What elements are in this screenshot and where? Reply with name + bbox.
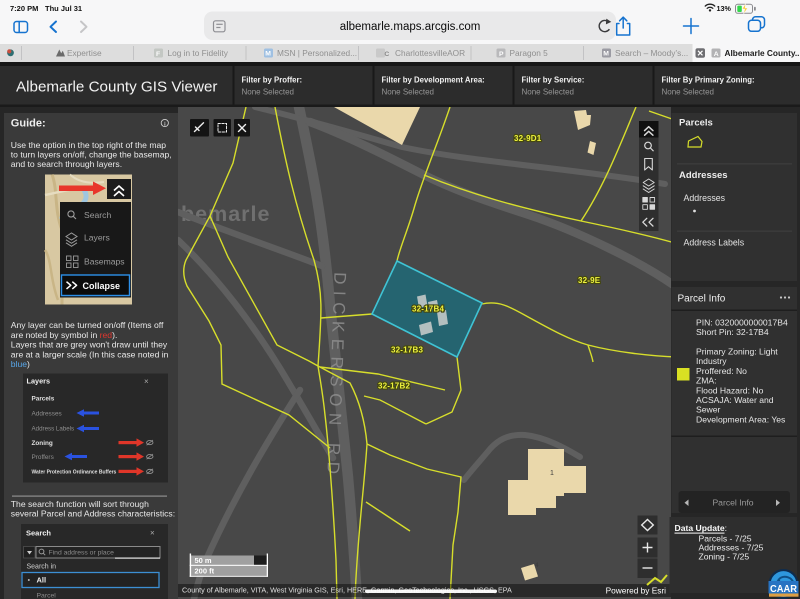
- svg-text:Parcel Info: Parcel Info: [678, 294, 726, 305]
- svg-text:Proffered: No: Proffered: No: [696, 366, 747, 376]
- svg-text:Collapse: Collapse: [83, 281, 121, 291]
- svg-text:Parcel: Parcel: [37, 593, 57, 599]
- svg-text:Zoning: Zoning: [32, 440, 53, 447]
- svg-text:albemarle.maps.arcgis.com: albemarle.maps.arcgis.com: [340, 21, 481, 33]
- svg-text:Filter by Development Area:: Filter by Development Area:: [382, 76, 485, 85]
- svg-text:7:20 PM: 7:20 PM: [10, 4, 38, 13]
- svg-text:are at a larger scale (In this: are at a larger scale (In this case note…: [11, 349, 169, 359]
- svg-text:32-17B4: 32-17B4: [412, 305, 444, 314]
- svg-text:Parcels: Parcels: [32, 396, 55, 403]
- svg-text:Sewer: Sewer: [696, 405, 720, 415]
- svg-text:Paragon 5: Paragon 5: [510, 48, 549, 58]
- svg-text:Layers: Layers: [84, 233, 110, 243]
- svg-text:Any layer can be turned on/off: Any layer can be turned on/off (Items of…: [11, 320, 164, 330]
- svg-text:several Parcel and Address cha: several Parcel and Address characteristi…: [11, 509, 175, 519]
- svg-text:Use the option in the top righ: Use the option in the top right of the m…: [11, 140, 166, 150]
- svg-text:CharlottesvilleAOR: CharlottesvilleAOR: [395, 48, 465, 58]
- svg-text:Proffers: Proffers: [32, 454, 54, 461]
- svg-text:Filter By Primary Zoning:: Filter By Primary Zoning:: [662, 76, 755, 85]
- svg-text:Industry: Industry: [696, 356, 727, 366]
- svg-text:Layers that are grey won't dra: Layers that are grey won't draw until th…: [11, 340, 168, 350]
- svg-text:200 ft: 200 ft: [195, 567, 215, 576]
- svg-text:Short Pin: 32-17B4: Short Pin: 32-17B4: [696, 327, 769, 337]
- svg-text:Albemarle County GIS Viewer: Albemarle County GIS Viewer: [16, 79, 217, 96]
- svg-text:blue): blue): [11, 359, 30, 369]
- svg-text:Primary Zoning: Light: Primary Zoning: Light: [696, 347, 778, 357]
- svg-text:Expertise: Expertise: [67, 48, 102, 58]
- svg-text:Address Labels: Address Labels: [32, 426, 75, 433]
- svg-text:A: A: [714, 51, 719, 58]
- svg-text:×: ×: [144, 377, 149, 386]
- svg-text:13%: 13%: [717, 4, 732, 13]
- svg-text:Powered by Esri: Powered by Esri: [606, 586, 667, 596]
- svg-text:1: 1: [550, 470, 554, 477]
- svg-text:Water Protection Ordinance Buf: Water Protection Ordinance Buffers: [32, 470, 117, 476]
- svg-text:32-17B3: 32-17B3: [391, 346, 423, 355]
- svg-text:Addresses: Addresses: [684, 193, 726, 203]
- svg-text:Address Labels: Address Labels: [684, 238, 745, 248]
- svg-text:Search: Search: [26, 529, 51, 538]
- svg-text:Flood Hazard: No: Flood Hazard: No: [696, 385, 764, 395]
- svg-text:F: F: [156, 51, 160, 58]
- svg-text:Addresses: Addresses: [32, 411, 62, 418]
- svg-text:Addresses: Addresses: [679, 170, 728, 181]
- svg-text:32-17B2: 32-17B2: [378, 382, 410, 391]
- svg-text:Find address or place: Find address or place: [49, 550, 115, 557]
- svg-text:M: M: [265, 51, 271, 58]
- svg-text:4: 4: [535, 562, 539, 569]
- svg-text:Zoning - 7/25: Zoning - 7/25: [699, 552, 750, 562]
- svg-text:None Selected: None Selected: [242, 88, 294, 97]
- svg-text:Development Area: Yes: Development Area: Yes: [696, 414, 785, 424]
- svg-text:C: C: [384, 51, 389, 58]
- svg-text:Parcels: Parcels: [679, 118, 713, 129]
- svg-text:bemarle: bemarle: [181, 202, 270, 226]
- svg-text:50 m: 50 m: [195, 556, 212, 565]
- svg-text:CAAR: CAAR: [770, 583, 797, 595]
- svg-text:None Selected: None Selected: [662, 88, 714, 97]
- svg-text:None Selected: None Selected: [382, 88, 434, 97]
- svg-text:Search in: Search in: [27, 564, 57, 571]
- svg-text:None Selected: None Selected: [522, 88, 574, 97]
- svg-text:Albemarle County...: Albemarle County...: [725, 48, 800, 58]
- svg-text:32-9E: 32-9E: [578, 276, 601, 285]
- svg-text:Guide:: Guide:: [11, 118, 46, 130]
- svg-text:Parcel Info: Parcel Info: [712, 498, 753, 508]
- svg-text:Filter by Proffer:: Filter by Proffer:: [242, 76, 303, 85]
- svg-text:Data Update:: Data Update:: [675, 523, 728, 533]
- svg-text:Search: Search: [84, 210, 111, 220]
- svg-text:32-9D1: 32-9D1: [514, 134, 542, 143]
- svg-text:to turn layers on/off, change: to turn layers on/off, change the basema…: [11, 150, 172, 160]
- svg-text:Log in to Fidelity: Log in to Fidelity: [168, 48, 229, 58]
- svg-text:Search – Moody’s...: Search – Moody’s...: [615, 48, 688, 58]
- svg-text:are noted by symbol in red).: are noted by symbol in red).: [11, 330, 118, 340]
- svg-text:ZMA:: ZMA:: [696, 376, 717, 386]
- svg-text:and to search through layers.: and to search through layers.: [11, 159, 122, 169]
- svg-text:Basemaps: Basemaps: [84, 257, 125, 267]
- svg-text:Layers: Layers: [27, 377, 51, 386]
- svg-text:PIN: 0320000000017B4: PIN: 0320000000017B4: [696, 318, 788, 328]
- svg-text:All: All: [37, 576, 47, 585]
- svg-text:MSN | Personalized...: MSN | Personalized...: [277, 48, 357, 58]
- svg-text:×: ×: [150, 529, 155, 538]
- svg-text:ACSAJA: Water and: ACSAJA: Water and: [696, 395, 774, 405]
- svg-text:P: P: [499, 51, 504, 58]
- svg-text:Filter by Service:: Filter by Service:: [522, 76, 585, 85]
- svg-text:M: M: [603, 51, 609, 58]
- svg-text:The search function will sort: The search function will sort through: [11, 499, 149, 509]
- svg-text:Thu Jul 31: Thu Jul 31: [45, 4, 82, 13]
